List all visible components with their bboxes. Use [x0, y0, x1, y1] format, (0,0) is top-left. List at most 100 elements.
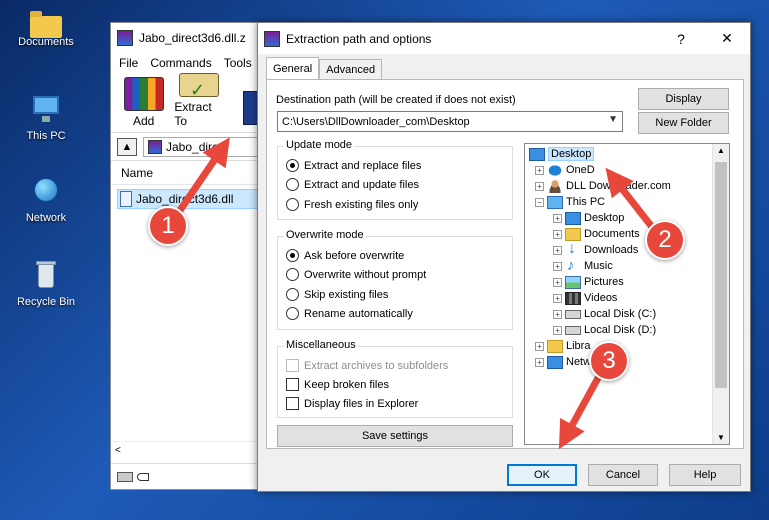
close-icon[interactable]: ✕ — [704, 23, 750, 54]
option-label: Fresh existing files only — [304, 198, 419, 211]
dialog-title-bar[interactable]: Extraction path and options ? ✕ — [258, 23, 750, 54]
chevron-down-icon[interactable]: ▼ — [717, 433, 725, 442]
cancel-button[interactable]: Cancel — [588, 464, 658, 486]
radio-extract-replace[interactable]: Extract and replace files — [286, 159, 421, 172]
network-icon — [30, 176, 62, 208]
desktop-icon — [565, 211, 581, 225]
tab-advanced[interactable]: Advanced — [319, 59, 383, 79]
archive-path: Jabo_direc — [166, 139, 225, 154]
chevron-down-icon[interactable]: ▼ — [608, 114, 618, 125]
expand-icon[interactable]: + — [553, 309, 562, 319]
tree-node-music[interactable]: + Music — [553, 257, 613, 274]
tree-node-local-disk-c[interactable]: + Local Disk (C:) — [553, 306, 656, 322]
overwrite-mode-title: Overwrite mode — [284, 229, 366, 241]
radio-icon — [286, 288, 299, 301]
expand-icon[interactable]: + — [535, 341, 544, 351]
tree-node-this-pc[interactable]: − This PC — [535, 194, 605, 210]
winrar-title-bar[interactable]: Jabo_direct3d6.dll.z — [111, 23, 279, 53]
archive-icon — [148, 139, 162, 154]
tree-node-onedrive[interactable]: + OneD — [535, 162, 595, 178]
help-button[interactable]: Help — [669, 464, 741, 486]
expand-icon[interactable]: + — [553, 325, 562, 335]
step-badge-2: 2 — [645, 220, 685, 260]
horizontal-scrollbar[interactable]: < — [111, 441, 279, 459]
tree-node-label: Music — [584, 260, 613, 272]
expand-icon[interactable]: + — [535, 357, 544, 367]
tree-node-libraries[interactable]: + Libra — [535, 338, 590, 354]
destination-path-combo[interactable]: C:\Users\DllDownloader_com\Desktop ▼ — [277, 111, 623, 132]
expand-icon[interactable]: + — [553, 277, 562, 287]
menu-tools[interactable]: Tools — [224, 56, 252, 70]
expand-icon[interactable]: + — [553, 245, 562, 255]
radio-skip-existing[interactable]: Skip existing files — [286, 288, 388, 301]
tree-node-downloads[interactable]: + Downloads — [553, 240, 638, 258]
expand-icon[interactable]: + — [535, 165, 544, 175]
tree-vertical-scrollbar[interactable]: ▲ ▼ — [712, 144, 729, 444]
column-header-name[interactable]: Name — [111, 161, 279, 185]
checkbox-icon — [286, 378, 299, 391]
file-row[interactable]: Jabo_direct3d6.dll — [117, 189, 273, 209]
checkbox-display-explorer[interactable]: Display files in Explorer — [286, 397, 418, 410]
extract-to-button[interactable]: Extract To — [174, 73, 223, 132]
radio-ask-before[interactable]: Ask before overwrite — [286, 249, 404, 262]
miscellaneous-group: Miscellaneous Extract archives to subfol… — [277, 339, 513, 418]
new-folder-button[interactable]: New Folder — [638, 112, 729, 134]
expand-icon[interactable]: + — [535, 181, 544, 191]
tab-general[interactable]: General — [266, 57, 320, 79]
radio-extract-update[interactable]: Extract and update files — [286, 178, 419, 191]
tree-node-pc-desktop[interactable]: + Desktop — [553, 210, 624, 226]
tree-node-videos[interactable]: + Videos — [553, 290, 617, 306]
desktop-icon-recycle-bin[interactable]: Recycle Bin — [8, 260, 84, 308]
radio-overwrite-without-prompt[interactable]: Overwrite without prompt — [286, 268, 426, 281]
tree-node-label: Videos — [584, 292, 618, 304]
help-title-button[interactable]: ? — [658, 23, 704, 54]
winrar-app-icon — [264, 30, 280, 47]
tree-node-pictures[interactable]: + Pictures — [553, 274, 624, 290]
file-name: Jabo_direct3d6.dll — [136, 192, 234, 206]
add-button-label: Add — [132, 114, 155, 128]
checkbox-keep-broken[interactable]: Keep broken files — [286, 378, 389, 391]
tree-node-documents[interactable]: + Documents — [553, 226, 640, 242]
collapse-icon[interactable]: − — [535, 197, 544, 207]
key-icon — [137, 472, 149, 481]
tree-node-network[interactable]: + Netw — [535, 354, 591, 370]
folder-tree[interactable]: Desktop + OneD + DLL Downloader.com − This … — [524, 143, 730, 445]
tree-node-label: Netw — [566, 356, 592, 368]
winrar-menu-bar: File Commands Tools — [111, 53, 279, 73]
scroll-left-icon[interactable]: < — [115, 445, 121, 456]
radio-rename-auto[interactable]: Rename automatically — [286, 307, 413, 320]
chevron-up-icon[interactable]: ▲ — [717, 146, 725, 155]
expand-icon[interactable]: + — [553, 213, 562, 223]
winrar-status-bar — [111, 463, 279, 489]
tree-node-label: Local Disk (D:) — [584, 324, 657, 336]
tree-node-user[interactable]: + DLL Downloader.com — [535, 178, 671, 194]
menu-commands[interactable]: Commands — [150, 56, 211, 70]
expand-icon[interactable]: + — [553, 229, 562, 239]
option-label: Keep broken files — [304, 378, 389, 391]
option-label: Skip existing files — [304, 288, 389, 301]
radio-fresh-existing[interactable]: Fresh existing files only — [286, 198, 418, 211]
ok-button[interactable]: OK — [507, 464, 577, 486]
radio-icon — [286, 198, 299, 211]
menu-file[interactable]: File — [119, 56, 138, 70]
desktop-icon-network[interactable]: Network — [8, 176, 84, 224]
desktop-icon-documents[interactable]: Documents — [8, 10, 84, 48]
dialog-tabs: General Advanced — [266, 57, 383, 79]
desktop-icon-this-pc[interactable]: This PC — [8, 94, 84, 142]
save-settings-button[interactable]: Save settings — [277, 425, 513, 447]
display-button[interactable]: Display — [638, 88, 729, 110]
up-folder-button[interactable]: ▲ — [117, 137, 137, 156]
option-label: Extract and update files — [304, 178, 419, 191]
winrar-window: Jabo_direct3d6.dll.z File Commands Tools… — [110, 22, 280, 490]
radio-icon — [286, 268, 299, 281]
tree-node-desktop[interactable]: Desktop — [529, 146, 595, 162]
archive-path-box[interactable]: Jabo_direc — [143, 136, 273, 157]
scrollbar-thumb[interactable] — [715, 162, 727, 388]
expand-icon[interactable]: + — [553, 293, 562, 303]
add-archive-icon — [123, 77, 164, 111]
expand-icon[interactable]: + — [553, 261, 562, 271]
checkbox-extract-subfolders[interactable]: Extract archives to subfolders — [286, 359, 448, 372]
add-button[interactable]: Add — [119, 73, 168, 132]
tree-node-local-disk-d[interactable]: + Local Disk (D:) — [553, 322, 656, 338]
computer-icon — [547, 195, 563, 209]
